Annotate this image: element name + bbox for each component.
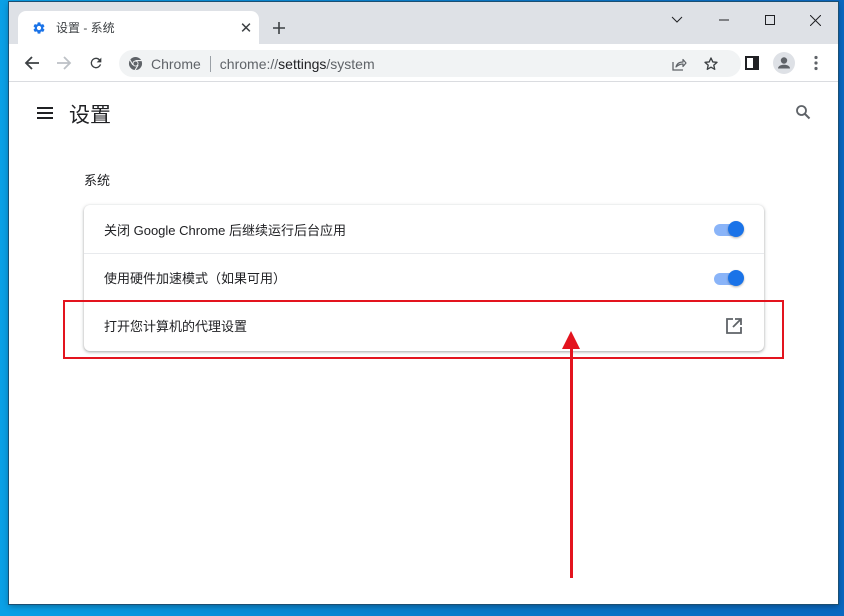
- avatar-icon: [773, 52, 795, 74]
- setting-row-hardware-acceleration[interactable]: 使用硬件加速模式（如果可用）: [84, 253, 764, 301]
- reload-icon: [90, 57, 102, 69]
- profile-button[interactable]: [770, 49, 798, 77]
- forward-button[interactable]: [50, 49, 78, 77]
- browser-window: 设置 - 系统 ✕ Chrome chrome://settings/syste…: [9, 2, 838, 604]
- hardware-acceleration-toggle[interactable]: [712, 270, 744, 286]
- settings-page: 设置 系统 关闭 Google Chrome 后继续运行后台应用 使用硬件加速模…: [9, 83, 838, 604]
- toggle-knob: [728, 270, 744, 286]
- url-scheme: chrome://: [219, 55, 279, 72]
- new-tab-button[interactable]: [267, 16, 291, 40]
- close-window-button[interactable]: [792, 6, 838, 34]
- site-chip-label: Chrome: [151, 55, 201, 72]
- main-menu-button[interactable]: [33, 101, 57, 125]
- maximize-icon: [765, 15, 775, 25]
- page-title: 设置: [69, 104, 111, 127]
- side-panel-icon: [745, 56, 759, 70]
- setting-label: 使用硬件加速模式（如果可用）: [104, 271, 287, 286]
- chrome-logo-icon: [128, 56, 143, 71]
- share-button[interactable]: [665, 50, 693, 77]
- tab-search-button[interactable]: [654, 6, 700, 34]
- tab-settings-system[interactable]: 设置 - 系统 ✕: [18, 11, 259, 44]
- url-host: settings: [278, 55, 327, 72]
- close-icon: [809, 14, 821, 26]
- star-icon: [704, 56, 718, 70]
- url-path: /system: [326, 55, 375, 72]
- plus-icon: [273, 22, 285, 34]
- share-icon: [672, 58, 687, 71]
- hamburger-icon: [37, 107, 53, 119]
- annotation-arrow-shaft: [570, 345, 573, 578]
- back-button[interactable]: [18, 49, 46, 77]
- menu-button[interactable]: [802, 49, 830, 77]
- omnibox-divider: [209, 55, 211, 72]
- side-panel-button[interactable]: [738, 49, 766, 77]
- maximize-button[interactable]: [747, 6, 793, 34]
- toggle-knob: [728, 221, 744, 237]
- toolbar: Chrome chrome://settings/system: [9, 44, 838, 82]
- search-settings-button[interactable]: [791, 100, 815, 124]
- gear-icon: [31, 20, 47, 36]
- arrow-right-icon: [57, 56, 72, 70]
- tab-title: 设置 - 系统: [56, 21, 115, 35]
- close-tab-icon[interactable]: ✕: [237, 19, 255, 37]
- url-text[interactable]: chrome://settings/system: [220, 56, 375, 72]
- arrow-left-icon: [24, 56, 39, 70]
- minimize-button[interactable]: [701, 6, 747, 34]
- search-icon: [796, 105, 811, 120]
- section-title: 系统: [84, 173, 111, 188]
- minimize-icon: [719, 19, 729, 21]
- setting-label: 关闭 Google Chrome 后继续运行后台应用: [104, 222, 346, 238]
- annotation-highlight-box: [63, 300, 784, 359]
- reload-button[interactable]: [82, 49, 110, 77]
- chevron-down-icon: [671, 16, 683, 23]
- more-vert-icon: [814, 55, 818, 71]
- address-bar[interactable]: Chrome chrome://settings/system: [119, 50, 741, 77]
- background-apps-toggle[interactable]: [712, 221, 744, 237]
- bookmark-button[interactable]: [697, 50, 725, 77]
- tab-strip: 设置 - 系统 ✕: [9, 2, 838, 44]
- setting-row-background-apps[interactable]: 关闭 Google Chrome 后继续运行后台应用: [84, 205, 764, 253]
